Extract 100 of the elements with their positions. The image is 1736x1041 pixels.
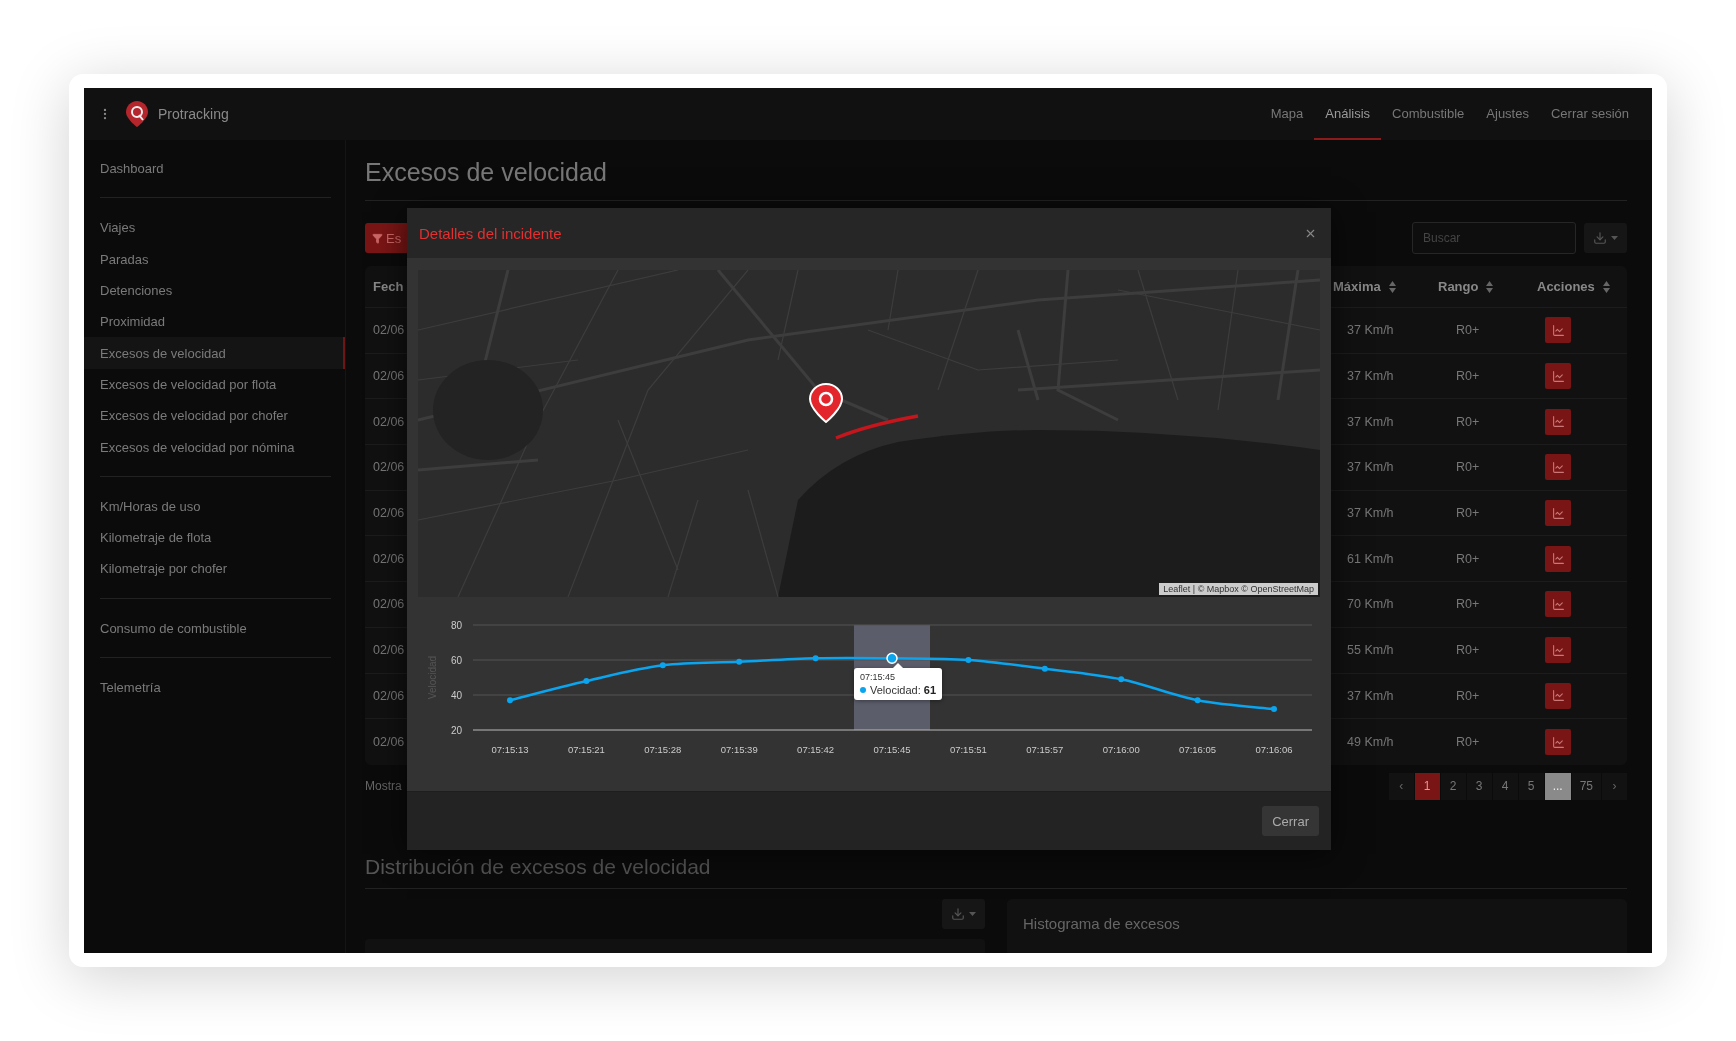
filter-button[interactable]: Es — [365, 223, 410, 253]
table-cell-text: R0+ — [1455, 688, 1480, 703]
data-point[interactable] — [1041, 665, 1048, 672]
table-cell: 02/06 — [373, 369, 405, 384]
sidebar-item[interactable]: Paradas — [84, 243, 345, 275]
line-chart-icon — [1551, 323, 1565, 337]
brand-name: Protracking — [158, 106, 229, 122]
nav-link[interactable]: Combustible — [1381, 88, 1476, 140]
data-point[interactable] — [1271, 706, 1277, 712]
page-button[interactable]: ... — [1544, 772, 1571, 800]
page-button[interactable]: 5 — [1518, 772, 1544, 800]
column-header: Acciones — [1537, 279, 1595, 294]
download-icon — [951, 906, 965, 921]
table-cell-text: R0+ — [1455, 369, 1480, 384]
location-pin-logo-icon — [126, 101, 148, 127]
chart-button[interactable] — [1545, 408, 1571, 435]
sidebar-item[interactable]: Kilometraje de flota — [84, 521, 345, 554]
line-chart-icon — [1551, 415, 1565, 429]
axis-tick-label: 40 — [450, 690, 462, 701]
entries-info: Mostra — [365, 779, 402, 794]
page-button[interactable]: › — [1602, 772, 1627, 800]
table-cell-text: R0+ — [1455, 597, 1480, 612]
sidebar-item[interactable]: Excesos de velocidad por chofer — [84, 400, 345, 432]
data-point[interactable] — [507, 697, 513, 704]
sidebar-item[interactable]: Excesos de velocidad por nómina — [84, 431, 345, 463]
table-cell-text: 37 Km/h — [1346, 323, 1394, 338]
sidebar-item[interactable]: Proximidad — [84, 306, 345, 338]
table-cell-text: R0+ — [1455, 735, 1480, 750]
axis-tick-label: 07:16:05 — [1179, 744, 1217, 755]
data-point[interactable] — [1118, 676, 1125, 683]
chart-button[interactable] — [1545, 729, 1571, 756]
table-cell: 02/06 — [373, 688, 405, 703]
chart-button[interactable] — [1545, 637, 1571, 664]
page-button[interactable]: 75 — [1571, 772, 1601, 800]
chart-button[interactable] — [1545, 317, 1571, 344]
page-button[interactable]: 4 — [1492, 772, 1518, 800]
table-cell-text: R0+ — [1455, 414, 1480, 429]
line-chart-icon — [1551, 552, 1565, 566]
axis-tick-label: 20 — [450, 725, 462, 736]
sort-icon[interactable] — [1388, 280, 1396, 293]
data-point[interactable] — [583, 678, 590, 684]
series-dot-icon — [860, 687, 866, 694]
sidebar-item[interactable]: Consumo de combustible — [84, 612, 345, 644]
sort-icon[interactable] — [1602, 280, 1610, 293]
data-point[interactable] — [1194, 697, 1201, 704]
chart-button[interactable] — [1545, 591, 1571, 618]
caret-icon — [1611, 236, 1618, 240]
sidebar-item[interactable]: Detenciones — [84, 274, 345, 307]
map-attribution: Leaflet | © Mapbox © OpenStreetMap — [1159, 583, 1318, 595]
nav-link[interactable]: Ajustes — [1475, 88, 1540, 140]
table-cell-text: 55 Km/h — [1346, 643, 1394, 658]
nav-link[interactable]: Cerrar sesión — [1539, 88, 1640, 140]
line-chart-icon — [1551, 735, 1565, 749]
sidebar-item[interactable]: Telemetría — [84, 671, 345, 704]
sort-icon[interactable] — [1486, 280, 1494, 293]
page-button[interactable]: 2 — [1440, 772, 1466, 800]
tooltip-value: 61 — [923, 684, 936, 697]
data-point[interactable] — [659, 662, 666, 669]
page-button[interactable]: 3 — [1466, 772, 1492, 800]
column-header: Máxima — [1333, 279, 1381, 294]
sidebar-item[interactable]: Kilometraje por chofer — [84, 553, 345, 585]
chart-button[interactable] — [1545, 454, 1571, 481]
table-cell: 02/06 — [373, 735, 405, 750]
close-button[interactable]: Cerrar — [1262, 806, 1319, 836]
download-icon — [1593, 231, 1607, 245]
axis-tick-label: 07:15:42 — [797, 744, 835, 755]
table-cell-text: R0+ — [1455, 460, 1480, 475]
caret-icon — [969, 911, 976, 916]
line-chart-icon — [1551, 597, 1565, 611]
sidebar-item[interactable]: Viajes — [84, 212, 345, 244]
map-view[interactable]: Leaflet | © Mapbox © OpenStreetMap — [418, 270, 1320, 597]
column-header: Fech — [373, 279, 404, 294]
table-cell: 02/06 — [373, 597, 405, 612]
data-point[interactable] — [886, 652, 898, 664]
chart-button[interactable] — [1545, 545, 1571, 572]
table-cell-text: R0+ — [1455, 551, 1480, 566]
data-point[interactable] — [965, 657, 972, 663]
page-button[interactable]: ‹ — [1388, 772, 1414, 800]
line-chart-icon — [1551, 460, 1565, 474]
nav-link[interactable]: Mapa — [1259, 88, 1315, 140]
line-chart-icon — [1551, 369, 1565, 383]
sidebar-item[interactable]: Km/Horas de uso — [84, 490, 345, 522]
chart-button[interactable] — [1545, 363, 1571, 390]
sidebar-item[interactable]: Excesos de velocidad — [84, 337, 345, 369]
nav-link[interactable]: Análisis — [1314, 88, 1382, 140]
data-point[interactable] — [812, 655, 819, 662]
axis-tick-label: 07:15:39 — [720, 744, 758, 755]
axis-tick-label: 07:15:45 — [873, 744, 911, 755]
data-point[interactable] — [736, 658, 743, 665]
table-cell: 02/06 — [373, 323, 405, 338]
table-cell-text: 61 Km/h — [1346, 551, 1394, 566]
section-title: Distribución de excesos de velocidad — [365, 853, 712, 880]
sidebar-item[interactable]: Dashboard — [84, 153, 345, 185]
axis-tick-label: 60 — [450, 655, 462, 666]
line-chart-icon — [1551, 643, 1565, 657]
page-button[interactable]: 1 — [1414, 772, 1440, 800]
sidebar-item[interactable]: Excesos de velocidad por flota — [84, 368, 345, 401]
location-pin-icon — [809, 383, 843, 423]
chart-button[interactable] — [1545, 682, 1571, 709]
chart-button[interactable] — [1545, 500, 1571, 527]
